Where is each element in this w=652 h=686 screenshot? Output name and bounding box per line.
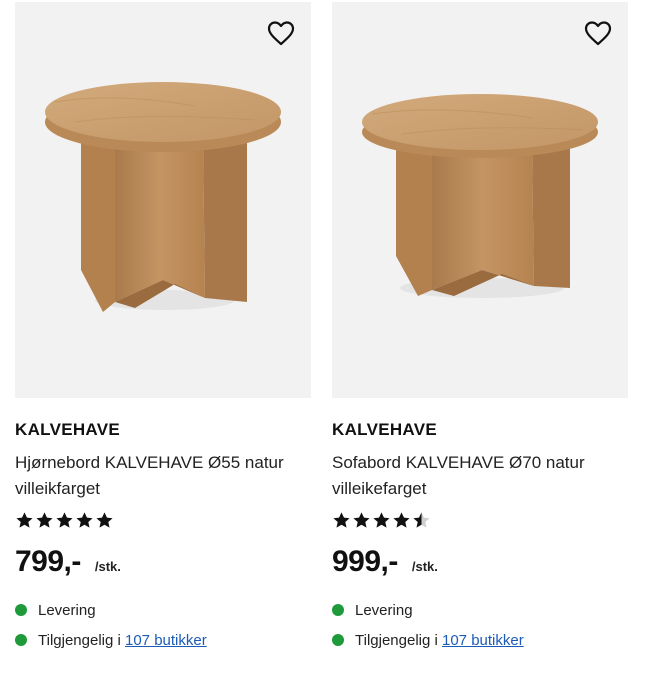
coffee-table-image [362, 94, 598, 298]
product-grid: KALVEHAVE Hjørnebord KALVEHAVE Ø55 natur… [0, 0, 652, 686]
product-price: 999,- [332, 545, 398, 578]
status-dot-icon [332, 634, 344, 646]
star-icon [76, 512, 93, 528]
product-title-line1: Sofabord KALVEHAVE Ø70 natur [332, 453, 585, 472]
price-unit: /stk. [411, 559, 438, 574]
star-icon [333, 512, 350, 528]
star-icon [413, 512, 430, 528]
star-icon [36, 512, 53, 528]
star-icon [393, 512, 410, 528]
availability-info: Levering Tilgjengelig i 107 butikker [15, 595, 311, 655]
product-title-line2: villeikefarget [332, 479, 427, 498]
star-icon [56, 512, 73, 528]
product-title[interactable]: Hjørnebord KALVEHAVE Ø55 natur villeikfa… [15, 450, 311, 502]
product-title[interactable]: Sofabord KALVEHAVE Ø70 natur villeikefar… [332, 450, 628, 502]
delivery-label: Levering [38, 601, 96, 619]
product-brand: KALVEHAVE [332, 420, 438, 439]
status-dot-icon [15, 634, 27, 646]
availability-prefix: Tilgjengelig i [38, 631, 125, 649]
product-image[interactable] [15, 2, 311, 398]
star-icon [353, 512, 370, 528]
stores-link[interactable]: 107 butikker [125, 632, 207, 649]
delivery-status: Levering [15, 595, 311, 625]
delivery-status: Levering [332, 595, 628, 625]
status-dot-icon [15, 604, 27, 616]
price-row: 999,- /stk. [332, 545, 628, 579]
price-row: 799,- /stk. [15, 545, 311, 579]
rating-stars[interactable] [15, 511, 311, 531]
stores-link[interactable]: 107 butikker [442, 632, 524, 649]
product-image[interactable] [332, 2, 628, 398]
availability-prefix: Tilgjengelig i [355, 631, 442, 649]
heart-outline-icon[interactable] [267, 20, 295, 46]
product-brand: KALVEHAVE [15, 420, 121, 439]
store-availability: Tilgjengelig i 107 butikker [15, 625, 311, 655]
product-card[interactable]: KALVEHAVE Hjørnebord KALVEHAVE Ø55 natur… [15, 2, 311, 655]
rating-stars[interactable] [332, 511, 628, 531]
availability-info: Levering Tilgjengelig i 107 butikker [332, 595, 628, 655]
star-icon [16, 512, 33, 528]
product-title-line1: Hjørnebord KALVEHAVE Ø55 natur [15, 453, 284, 472]
corner-table-image [45, 82, 281, 312]
price-unit: /stk. [94, 559, 121, 574]
status-dot-icon [332, 604, 344, 616]
store-availability: Tilgjengelig i 107 butikker [332, 625, 628, 655]
heart-outline-icon[interactable] [584, 20, 612, 46]
star-icon [96, 512, 113, 528]
product-title-line2: villeikfarget [15, 479, 101, 498]
product-price: 799,- [15, 545, 81, 578]
star-icon [373, 512, 390, 528]
delivery-label: Levering [355, 601, 413, 619]
product-card[interactable]: KALVEHAVE Sofabord KALVEHAVE Ø70 natur v… [332, 2, 628, 655]
